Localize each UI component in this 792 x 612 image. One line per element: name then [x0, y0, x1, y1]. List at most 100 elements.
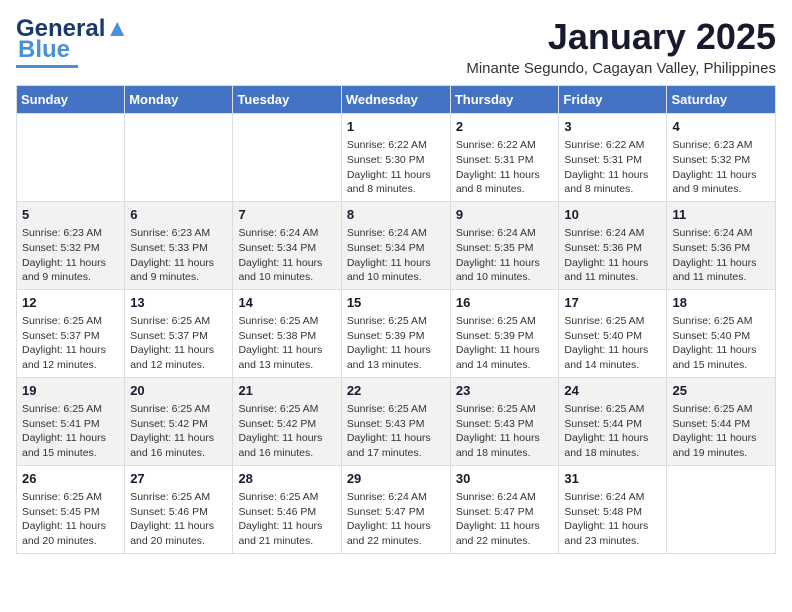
day-number: 11	[672, 206, 770, 224]
day-info: Sunrise: 6:25 AM Sunset: 5:45 PM Dayligh…	[22, 490, 119, 549]
day-number: 21	[238, 382, 335, 400]
day-info: Sunrise: 6:25 AM Sunset: 5:44 PM Dayligh…	[564, 402, 661, 461]
day-info: Sunrise: 6:25 AM Sunset: 5:39 PM Dayligh…	[456, 314, 554, 373]
calendar-cell: 26 Sunrise: 6:25 AM Sunset: 5:45 PM Dayli…	[17, 465, 125, 553]
day-number: 8	[347, 206, 445, 224]
calendar-cell: 6 Sunrise: 6:23 AM Sunset: 5:33 PM Daylig…	[125, 201, 233, 289]
calendar-cell: 28 Sunrise: 6:25 AM Sunset: 5:46 PM Dayli…	[233, 465, 341, 553]
day-number: 3	[564, 118, 661, 136]
day-info: Sunrise: 6:25 AM Sunset: 5:37 PM Dayligh…	[22, 314, 119, 373]
calendar-cell: 19Sunrise: 6:25 AM Sunset: 5:41 PM Dayli…	[17, 377, 125, 465]
day-number: 10	[564, 206, 661, 224]
calendar-cell: 15 Sunrise: 6:25 AM Sunset: 5:39 PM Dayli…	[341, 289, 450, 377]
day-info: Sunrise: 6:25 AM Sunset: 5:43 PM Dayligh…	[456, 402, 554, 461]
calendar-cell: 16 Sunrise: 6:25 AM Sunset: 5:39 PM Dayli…	[450, 289, 559, 377]
calendar-cell	[233, 114, 341, 202]
calendar-cell: 5Sunrise: 6:23 AM Sunset: 5:32 PM Daylig…	[17, 201, 125, 289]
day-number: 16	[456, 294, 554, 312]
calendar-cell: 3 Sunrise: 6:22 AM Sunset: 5:31 PM Daylig…	[559, 114, 667, 202]
day-info: Sunrise: 6:25 AM Sunset: 5:46 PM Dayligh…	[130, 490, 227, 549]
calendar-cell: 11 Sunrise: 6:24 AM Sunset: 5:36 PM Dayli…	[667, 201, 776, 289]
day-info: Sunrise: 6:25 AM Sunset: 5:42 PM Dayligh…	[130, 402, 227, 461]
calendar-cell: 29 Sunrise: 6:24 AM Sunset: 5:47 PM Dayli…	[341, 465, 450, 553]
day-info: Sunrise: 6:25 AM Sunset: 5:43 PM Dayligh…	[347, 402, 445, 461]
day-info: Sunrise: 6:25 AM Sunset: 5:38 PM Dayligh…	[238, 314, 335, 373]
day-number: 13	[130, 294, 227, 312]
day-number: 6	[130, 206, 227, 224]
logo-blue: Blue	[18, 38, 70, 62]
logo: General▲ Blue	[16, 16, 129, 68]
calendar-cell: 7 Sunrise: 6:24 AM Sunset: 5:34 PM Daylig…	[233, 201, 341, 289]
day-info: Sunrise: 6:25 AM Sunset: 5:40 PM Dayligh…	[564, 314, 661, 373]
day-number: 9	[456, 206, 554, 224]
day-info: Sunrise: 6:24 AM Sunset: 5:48 PM Dayligh…	[564, 490, 661, 549]
day-info: Sunrise: 6:25 AM Sunset: 5:42 PM Dayligh…	[238, 402, 335, 461]
day-of-week-header: Thursday	[450, 86, 559, 114]
day-info: Sunrise: 6:22 AM Sunset: 5:31 PM Dayligh…	[564, 138, 661, 197]
calendar-cell: 12 Sunrise: 6:25 AM Sunset: 5:37 PM Dayli…	[17, 289, 125, 377]
day-info: Sunrise: 6:25 AM Sunset: 5:40 PM Dayligh…	[672, 314, 770, 373]
day-info: Sunrise: 6:25 AM Sunset: 5:39 PM Dayligh…	[347, 314, 445, 373]
day-number: 2	[456, 118, 554, 136]
calendar-cell: 1 Sunrise: 6:22 AM Sunset: 5:30 PM Daylig…	[341, 114, 450, 202]
day-number: 22	[347, 382, 445, 400]
day-number: 24	[564, 382, 661, 400]
day-number: 23	[456, 382, 554, 400]
day-info: Sunrise: 6:24 AM Sunset: 5:47 PM Dayligh…	[347, 490, 445, 549]
calendar-table: SundayMondayTuesdayWednesdayThursdayFrid…	[16, 85, 776, 554]
day-of-week-header: Monday	[125, 86, 233, 114]
day-number: 5	[22, 206, 119, 224]
day-info: Sunrise: 6:25 AM Sunset: 5:46 PM Dayligh…	[238, 490, 335, 549]
day-of-week-header: Wednesday	[341, 86, 450, 114]
calendar-cell: 10 Sunrise: 6:24 AM Sunset: 5:36 PM Dayli…	[559, 201, 667, 289]
day-number: 29	[347, 470, 445, 488]
calendar-cell: 2Sunrise: 6:22 AM Sunset: 5:31 PM Daylig…	[450, 114, 559, 202]
calendar-cell: 24 Sunrise: 6:25 AM Sunset: 5:44 PM Dayli…	[559, 377, 667, 465]
day-number: 7	[238, 206, 335, 224]
calendar-week-row: 26 Sunrise: 6:25 AM Sunset: 5:45 PM Dayli…	[17, 465, 776, 553]
location-title: Minante Segundo, Cagayan Valley, Philipp…	[466, 60, 776, 77]
calendar-cell	[17, 114, 125, 202]
day-number: 17	[564, 294, 661, 312]
month-title: January 2025	[466, 16, 776, 58]
calendar-cell: 4Sunrise: 6:23 AM Sunset: 5:32 PM Daylig…	[667, 114, 776, 202]
page-header: General▲ Blue January 2025 Minante Segun…	[16, 16, 776, 77]
calendar-cell: 21 Sunrise: 6:25 AM Sunset: 5:42 PM Dayli…	[233, 377, 341, 465]
calendar-cell: 8Sunrise: 6:24 AM Sunset: 5:34 PM Daylig…	[341, 201, 450, 289]
day-of-week-header: Tuesday	[233, 86, 341, 114]
day-number: 28	[238, 470, 335, 488]
day-number: 12	[22, 294, 119, 312]
calendar-cell: 13 Sunrise: 6:25 AM Sunset: 5:37 PM Dayli…	[125, 289, 233, 377]
day-number: 19	[22, 382, 119, 400]
calendar-cell: 30Sunrise: 6:24 AM Sunset: 5:47 PM Dayli…	[450, 465, 559, 553]
day-info: Sunrise: 6:23 AM Sunset: 5:33 PM Dayligh…	[130, 226, 227, 285]
calendar-week-row: 1 Sunrise: 6:22 AM Sunset: 5:30 PM Daylig…	[17, 114, 776, 202]
calendar-cell: 17 Sunrise: 6:25 AM Sunset: 5:40 PM Dayli…	[559, 289, 667, 377]
calendar-cell: 22 Sunrise: 6:25 AM Sunset: 5:43 PM Dayli…	[341, 377, 450, 465]
day-info: Sunrise: 6:24 AM Sunset: 5:35 PM Dayligh…	[456, 226, 554, 285]
day-number: 4	[672, 118, 770, 136]
day-info: Sunrise: 6:24 AM Sunset: 5:34 PM Dayligh…	[238, 226, 335, 285]
day-number: 25	[672, 382, 770, 400]
day-number: 26	[22, 470, 119, 488]
day-number: 27	[130, 470, 227, 488]
day-number: 20	[130, 382, 227, 400]
day-info: Sunrise: 6:24 AM Sunset: 5:36 PM Dayligh…	[564, 226, 661, 285]
day-number: 15	[347, 294, 445, 312]
day-number: 1	[347, 118, 445, 136]
day-of-week-header: Sunday	[17, 86, 125, 114]
calendar-cell: 31Sunrise: 6:24 AM Sunset: 5:48 PM Dayli…	[559, 465, 667, 553]
title-section: January 2025 Minante Segundo, Cagayan Va…	[466, 16, 776, 77]
calendar-cell: 27 Sunrise: 6:25 AM Sunset: 5:46 PM Dayli…	[125, 465, 233, 553]
calendar-header-row: SundayMondayTuesdayWednesdayThursdayFrid…	[17, 86, 776, 114]
calendar-cell: 23 Sunrise: 6:25 AM Sunset: 5:43 PM Dayli…	[450, 377, 559, 465]
calendar-week-row: 5Sunrise: 6:23 AM Sunset: 5:32 PM Daylig…	[17, 201, 776, 289]
day-info: Sunrise: 6:24 AM Sunset: 5:36 PM Dayligh…	[672, 226, 770, 285]
calendar-cell: 9 Sunrise: 6:24 AM Sunset: 5:35 PM Daylig…	[450, 201, 559, 289]
calendar-week-row: 19Sunrise: 6:25 AM Sunset: 5:41 PM Dayli…	[17, 377, 776, 465]
day-info: Sunrise: 6:22 AM Sunset: 5:30 PM Dayligh…	[347, 138, 445, 197]
calendar-cell: 25Sunrise: 6:25 AM Sunset: 5:44 PM Dayli…	[667, 377, 776, 465]
day-of-week-header: Saturday	[667, 86, 776, 114]
day-info: Sunrise: 6:25 AM Sunset: 5:37 PM Dayligh…	[130, 314, 227, 373]
day-number: 30	[456, 470, 554, 488]
